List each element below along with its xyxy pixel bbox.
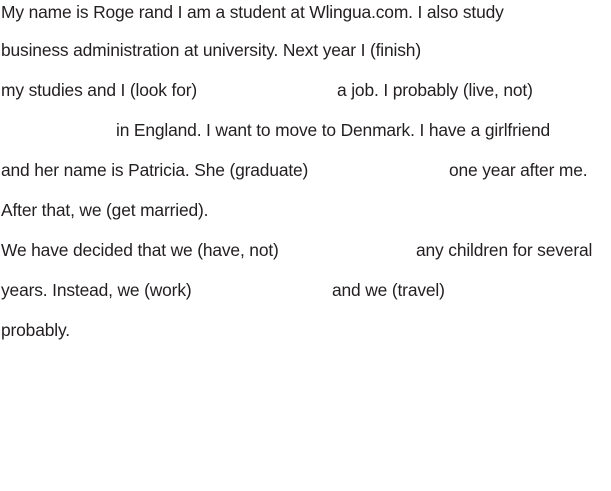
text-segment: We have decided that we (have, not) — [1, 240, 279, 260]
text-segment: years. Instead, we (work) — [1, 280, 192, 300]
text-segment: one year after me. — [449, 160, 588, 180]
text-segment: and her name is Patricia. She (graduate) — [1, 160, 309, 180]
text-segment: My name is Roge rand I am a student at W… — [1, 2, 504, 22]
exercise-text: My name is Roge rand I am a student at W… — [0, 0, 611, 491]
text-segment: a job. I probably (live, not) — [337, 80, 533, 100]
text-segment: and we (travel) — [332, 280, 445, 300]
text-segment: my studies and I (look for) — [1, 80, 198, 100]
text-segment: After that, we (get married). — [1, 200, 209, 220]
text-segment: probably. — [1, 320, 70, 340]
text-segment: business administration at university. N… — [1, 40, 421, 60]
text-segment: in England. I want to move to Denmark. I… — [116, 120, 551, 140]
text-segment: any children for several — [416, 240, 593, 260]
